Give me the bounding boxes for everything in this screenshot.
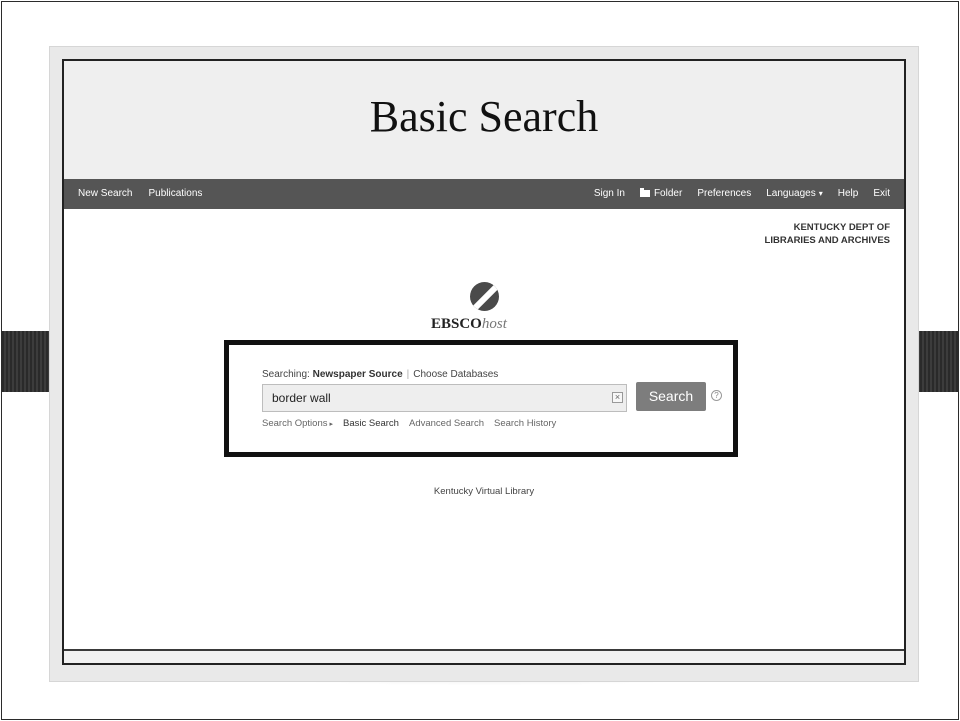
sign-in-link[interactable]: Sign In <box>594 188 625 199</box>
folder-icon <box>639 187 650 197</box>
institution-line-1: KENTUCKY DEPT OF <box>793 222 890 233</box>
folder-link[interactable]: Folder <box>639 187 683 199</box>
publications-link[interactable]: Publications <box>148 188 202 199</box>
kentucky-virtual-library-link[interactable]: Kentucky Virtual Library <box>64 486 904 497</box>
ebsco-logo-icon <box>464 282 504 311</box>
nav-left: New Search Publications <box>78 188 202 199</box>
folder-label: Folder <box>653 188 683 199</box>
database-name: Newspaper Source <box>312 369 403 380</box>
slide-title: Basic Search <box>369 92 599 141</box>
separator: | <box>406 369 410 380</box>
help-link[interactable]: Help <box>838 188 859 199</box>
clear-icon[interactable]: × <box>612 392 623 403</box>
institution-line-2: LIBRARIES AND ARCHIVES <box>764 235 890 246</box>
brand-italic: host <box>481 316 507 332</box>
search-history-link[interactable]: Search History <box>494 418 556 429</box>
basic-search-link[interactable]: Basic Search <box>343 418 399 429</box>
brand-bold: EBSCO <box>431 316 482 332</box>
bottom-strip <box>64 649 904 663</box>
choose-databases-link[interactable]: Choose Databases <box>413 369 498 380</box>
top-navigation-bar: New Search Publications Sign In Folder P… <box>64 179 904 209</box>
preferences-link[interactable]: Preferences <box>697 188 751 199</box>
help-icon[interactable]: ? <box>711 390 722 401</box>
languages-label: Languages <box>766 188 816 199</box>
languages-menu[interactable]: Languages ▾ <box>766 188 823 199</box>
slide-screenshot: Basic Search New Search Publications Sig… <box>62 59 906 665</box>
nav-right: Sign In Folder Preferences Languages ▾ He… <box>594 187 890 199</box>
caret-down-icon: ▾ <box>818 189 823 198</box>
new-search-link[interactable]: New Search <box>78 188 132 199</box>
search-links: Search Options ▸ Basic Search Advanced Se… <box>262 418 556 429</box>
searching-label: Searching: <box>262 369 310 380</box>
search-options-link[interactable]: Search Options ▸ <box>262 418 333 429</box>
search-button[interactable]: Search <box>636 382 706 411</box>
institution-name: KENTUCKY DEPT OF LIBRARIES AND ARCHIVES <box>765 221 890 247</box>
title-area: Basic Search <box>64 61 904 179</box>
ebscohost-brand: EBSCOhost <box>431 316 507 333</box>
search-panel-highlight: Searching: Newspaper Source | Choose Datab… <box>224 340 738 457</box>
searching-line: Searching: Newspaper Source | Choose Datab… <box>262 369 498 380</box>
advanced-search-link[interactable]: Advanced Search <box>409 418 484 429</box>
triangle-right-icon: ▸ <box>329 421 333 428</box>
search-input[interactable]: border wall <box>262 384 627 412</box>
exit-link[interactable]: Exit <box>873 188 890 199</box>
